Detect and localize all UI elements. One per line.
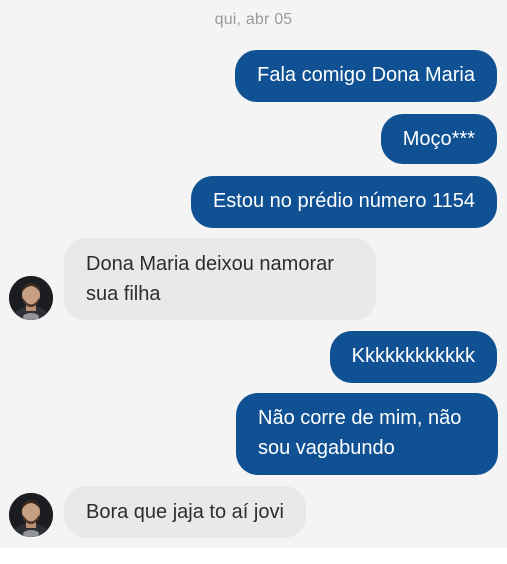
- message-bubble-outgoing[interactable]: Não corre de mim, não sou vagabundo: [236, 393, 498, 475]
- avatar-photo-icon: [9, 493, 53, 537]
- avatar-photo-icon: [9, 276, 53, 320]
- message-text: Kkkkkkkkkkkk: [351, 345, 475, 367]
- date-separator: qui, abr 05: [214, 11, 293, 28]
- message-text: Bora que jaja to aí jovi: [86, 501, 284, 523]
- message-bubble-incoming[interactable]: Bora que jaja to aí jovi: [64, 486, 306, 538]
- message-bubble-incoming[interactable]: Dona Maria deixou namorar sua filha: [64, 238, 376, 320]
- message-bubble-outgoing[interactable]: Moço***: [380, 114, 497, 164]
- message-text: Fala comigo Dona Maria: [257, 64, 475, 86]
- message-text-line: Não corre de mim, não: [258, 407, 462, 429]
- message-text: Moço***: [402, 128, 475, 150]
- message-bubble-outgoing[interactable]: Kkkkkkkkkkkk: [329, 331, 497, 383]
- message-bubble-outgoing[interactable]: Fala comigo Dona Maria: [235, 50, 497, 102]
- message-text: Estou no prédio número 1154: [212, 190, 475, 212]
- message-text-line: sou vagabundo: [258, 437, 395, 459]
- message-bubble-outgoing[interactable]: Estou no prédio número 1154: [190, 176, 497, 228]
- chat-thread: qui, abr 05 Fala comigo Dona Maria Moço*…: [0, 0, 507, 548]
- contact-avatar[interactable]: [9, 493, 53, 537]
- message-text-line: sua filha: [86, 283, 161, 305]
- message-text-line: Dona Maria deixou namorar: [86, 253, 334, 275]
- contact-avatar[interactable]: [9, 276, 53, 320]
